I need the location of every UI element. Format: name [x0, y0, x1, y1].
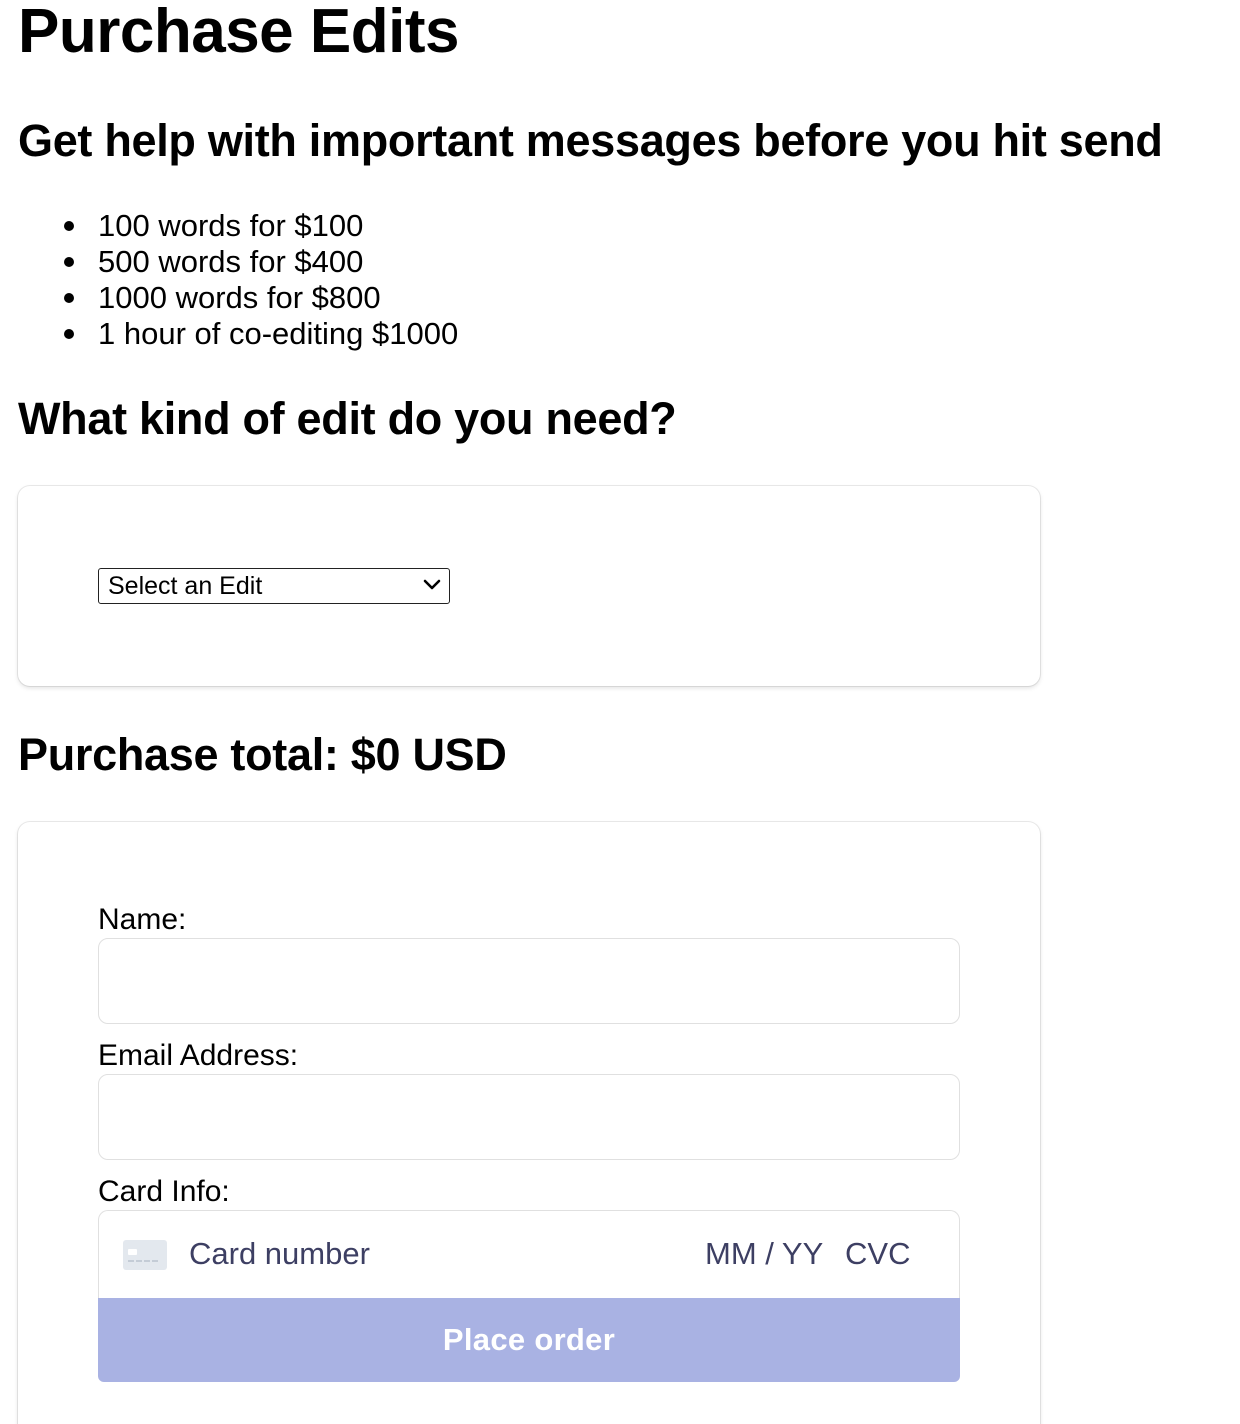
- purchase-edits-page: Purchase Edits Get help with important m…: [0, 0, 1240, 1424]
- card-expiry-input[interactable]: MM / YY: [705, 1235, 823, 1273]
- edit-type-select[interactable]: Select an Edit: [98, 568, 450, 604]
- chevron-down-icon: [423, 579, 441, 590]
- place-order-button[interactable]: Place order: [98, 1298, 960, 1382]
- page-title: Purchase Edits: [18, 0, 459, 66]
- edit-type-select-value: Select an Edit: [108, 571, 263, 600]
- pricing-item: 100 words for $100: [64, 208, 458, 244]
- edit-type-heading: What kind of edit do you need?: [18, 393, 677, 444]
- card-cvc-input[interactable]: CVC: [845, 1235, 910, 1273]
- card-number-input[interactable]: Card number: [189, 1235, 370, 1273]
- edit-select-panel: Select an Edit: [18, 486, 1040, 686]
- pricing-item-label: 1 hour of co-editing $1000: [98, 316, 459, 351]
- pricing-item: 500 words for $400: [64, 244, 458, 280]
- credit-card-icon: [123, 1240, 167, 1270]
- payment-form-panel: Name: Email Address: Card Info: Card num…: [18, 822, 1040, 1424]
- bullet-icon: [64, 293, 74, 303]
- email-label: Email Address:: [98, 1039, 299, 1072]
- pricing-item: 1000 words for $800: [64, 280, 458, 316]
- page-subtitle: Get help with important messages before …: [18, 115, 1163, 166]
- pricing-item-label: 500 words for $400: [98, 244, 364, 279]
- pricing-item-label: 100 words for $100: [98, 208, 364, 243]
- bullet-icon: [64, 221, 74, 231]
- email-input[interactable]: [98, 1074, 960, 1160]
- pricing-item: 1 hour of co-editing $1000: [64, 316, 459, 352]
- bullet-icon: [64, 257, 74, 267]
- card-info-field[interactable]: Card number MM / YY CVC: [98, 1210, 960, 1300]
- purchase-total: Purchase total: $0 USD: [18, 729, 507, 780]
- name-label: Name:: [98, 903, 187, 936]
- pricing-item-label: 1000 words for $800: [98, 280, 381, 315]
- bullet-icon: [64, 329, 74, 339]
- name-input[interactable]: [98, 938, 960, 1024]
- pricing-list: 100 words for $100 500 words for $400 10…: [64, 208, 459, 352]
- card-info-label: Card Info:: [98, 1175, 230, 1208]
